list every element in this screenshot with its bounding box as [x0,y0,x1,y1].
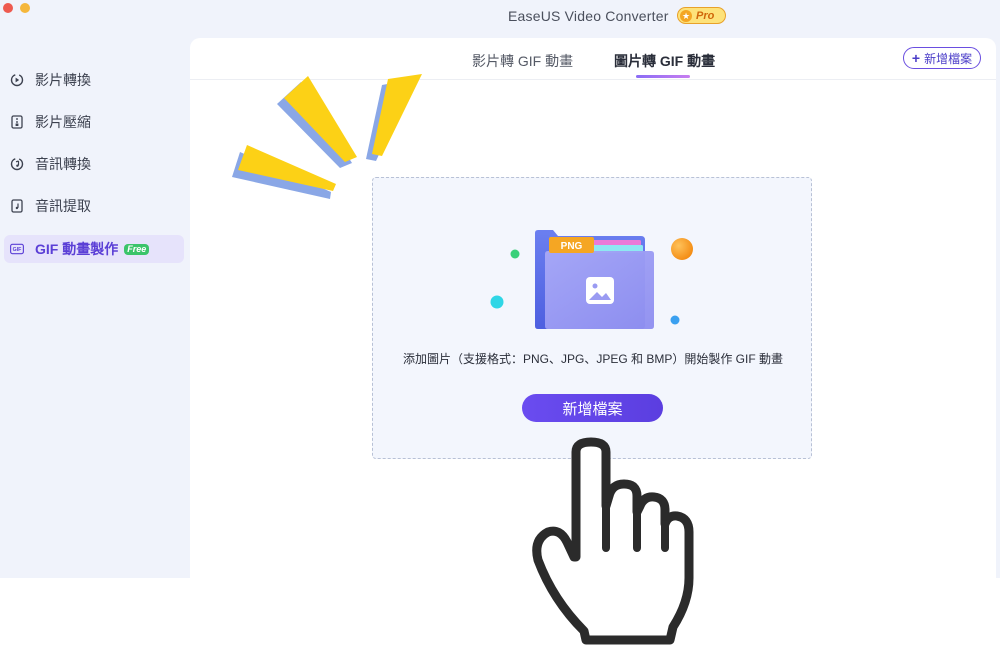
plus-icon: + [911,50,921,66]
tab-image-to-gif[interactable]: 圖片轉 GIF 動畫 [614,51,715,71]
close-window-button[interactable] [3,3,13,13]
sidebar-item-audio-convert[interactable]: 音訊轉換 [4,150,184,178]
sidebar-item-video-convert[interactable]: 影片轉換 [4,66,184,94]
tab-bar: 影片轉 GIF 動畫 圖片轉 GIF 動畫 + 新增檔案 [190,38,996,80]
sidebar-item-label: 音訊轉換 [35,156,91,172]
video-convert-icon [10,73,24,87]
add-file-button[interactable]: + 新增檔案 [903,47,981,69]
sidebar-item-video-compress[interactable]: 影片壓縮 [4,108,184,136]
pro-badge[interactable]: ★ Pro [677,7,726,24]
folder-illustration-icon: PNG [490,230,693,329]
free-badge: Free [124,243,150,255]
tab-video-to-gif[interactable]: 影片轉 GIF 動畫 [472,51,573,71]
sidebar-item-label: 音訊提取 [35,198,91,214]
compress-icon [10,115,24,129]
sidebar-item-label: GIF 動畫製作 [35,241,119,257]
active-tab-indicator [636,75,690,78]
title-bar: EaseUS Video Converter ★ Pro [0,0,1000,36]
add-file-label: 新增檔案 [924,51,973,66]
sidebar-item-label: 影片轉換 [35,72,91,88]
sidebar-item-gif-maker[interactable]: GIF GIF 動畫製作 Free [4,235,184,263]
star-icon: ★ [680,9,692,22]
app-title: EaseUS Video Converter [508,8,669,24]
audio-convert-icon [10,157,24,171]
supported-formats-text: 添加圖片（支援格式：PNG、JPG、JPEG 和 BMP）開始製作 GIF 動畫 [402,352,784,366]
png-tag-label: PNG [561,241,583,252]
add-file-primary-button[interactable]: 新增檔案 [522,394,663,422]
sidebar-item-label: 影片壓縮 [35,114,91,130]
gif-icon: GIF [10,242,24,256]
minimize-window-button[interactable] [20,3,30,13]
svg-text:GIF: GIF [13,247,23,253]
audio-extract-icon [10,199,24,213]
sidebar-item-audio-extract[interactable]: 音訊提取 [4,192,184,220]
file-dropzone[interactable]: PNG 添加圖片（支援格式：PNG、JPG、JPEG 和 BMP）開始製作 GI… [372,177,812,459]
pro-badge-label: Pro [696,9,715,22]
